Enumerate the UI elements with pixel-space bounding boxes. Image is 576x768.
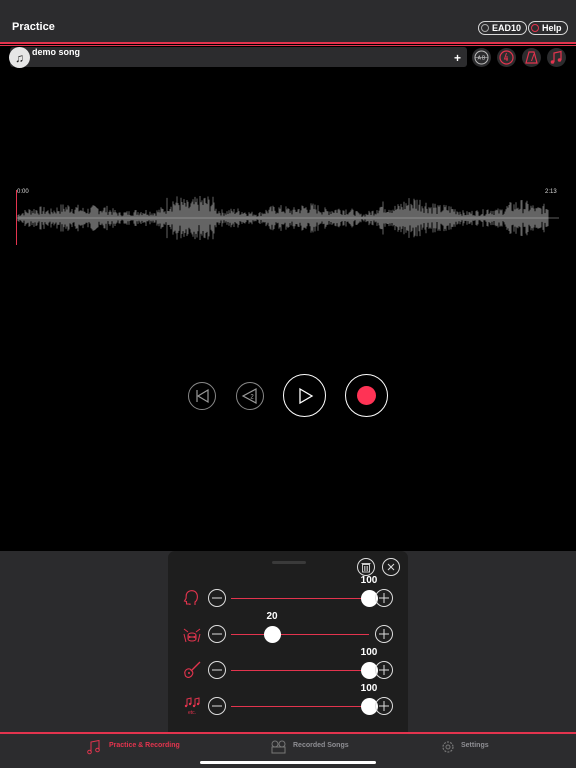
- minus-icon: [212, 597, 222, 599]
- song-settings-icon[interactable]: [547, 48, 566, 67]
- svg-text:2: 2: [250, 395, 254, 401]
- tab-label-practice[interactable]: Practice & Recording: [109, 742, 180, 749]
- waveform[interactable]: [16, 196, 559, 240]
- tab-label-settings[interactable]: Settings: [461, 742, 489, 749]
- device-icon: [481, 24, 489, 32]
- play-button[interactable]: [283, 374, 326, 417]
- guitar-icon: [182, 660, 202, 680]
- count-in-icon[interactable]: [497, 48, 516, 67]
- volume-value: 100: [360, 683, 378, 694]
- trash-button[interactable]: [357, 558, 375, 576]
- plus-icon: [379, 701, 389, 711]
- record-button[interactable]: [345, 374, 388, 417]
- start-time: 0:00: [17, 189, 29, 195]
- device-button-label: EAD10: [492, 23, 522, 33]
- volume-down-button[interactable]: [208, 625, 226, 643]
- rewind-icon: 2: [241, 388, 257, 404]
- tab-settings[interactable]: [440, 739, 456, 760]
- volume-down-button[interactable]: [208, 697, 226, 715]
- volume-slider-track[interactable]: [231, 598, 369, 599]
- gear-icon: [442, 741, 454, 753]
- volume-down-button[interactable]: [208, 589, 226, 607]
- skip-to-start-button[interactable]: [188, 382, 216, 410]
- header-divider-thin: [0, 45, 576, 46]
- metronome-icon[interactable]: [522, 48, 541, 67]
- svg-text:A B: A B: [478, 56, 486, 62]
- help-button[interactable]: Help: [528, 21, 568, 35]
- play-icon: [298, 387, 313, 404]
- drums-icon: [182, 624, 202, 644]
- volume-up-button[interactable]: [375, 697, 393, 715]
- skip-back-icon: [196, 388, 209, 404]
- volume-value: 100: [360, 647, 378, 658]
- close-button[interactable]: [382, 558, 400, 576]
- volume-value: 100: [360, 575, 378, 586]
- playhead[interactable]: [16, 190, 17, 245]
- home-indicator: [200, 761, 376, 764]
- music-note-icon[interactable]: ♫: [9, 47, 30, 68]
- svg-text:etc.: etc.: [188, 710, 196, 716]
- page-title: Practice: [12, 21, 55, 33]
- volume-up-button[interactable]: [375, 625, 393, 643]
- header-divider: [0, 42, 576, 44]
- device-button[interactable]: EAD10: [478, 21, 528, 35]
- end-time: 2:13: [545, 189, 557, 195]
- add-song-button[interactable]: +: [454, 51, 461, 65]
- rewind-2-button[interactable]: 2: [236, 382, 264, 410]
- trash-icon: [361, 563, 371, 573]
- close-icon: [387, 563, 395, 571]
- plus-icon: [379, 665, 389, 675]
- plus-icon: [379, 629, 389, 639]
- minus-icon: [212, 705, 222, 707]
- head-icon: [182, 588, 202, 608]
- minus-icon: [212, 669, 222, 671]
- volume-slider-track[interactable]: [231, 670, 369, 671]
- recorder-icon: [271, 740, 286, 754]
- help-icon: [531, 24, 539, 32]
- minus-icon: [212, 633, 222, 635]
- volume-slider-knob[interactable]: [264, 626, 281, 643]
- tab-practice-recording[interactable]: [86, 739, 102, 760]
- tab-recorded-songs[interactable]: [270, 739, 288, 760]
- panel-drag-handle[interactable]: [272, 561, 306, 564]
- ab-repeat-icon[interactable]: A B: [472, 48, 491, 67]
- volume-up-button[interactable]: [375, 661, 393, 679]
- notes-etc-icon: etc.: [182, 696, 202, 716]
- tab-label-recorded[interactable]: Recorded Songs: [293, 742, 349, 749]
- volume-value: 20: [266, 611, 278, 622]
- record-icon: [357, 386, 376, 405]
- help-button-label: Help: [542, 23, 562, 33]
- music-note-icon: [87, 739, 100, 755]
- volume-slider-track[interactable]: [231, 706, 369, 707]
- volume-down-button[interactable]: [208, 661, 226, 679]
- song-name: demo song: [32, 47, 81, 57]
- volume-slider-track[interactable]: [231, 634, 369, 635]
- volume-up-button[interactable]: [375, 589, 393, 607]
- plus-icon: [379, 593, 389, 603]
